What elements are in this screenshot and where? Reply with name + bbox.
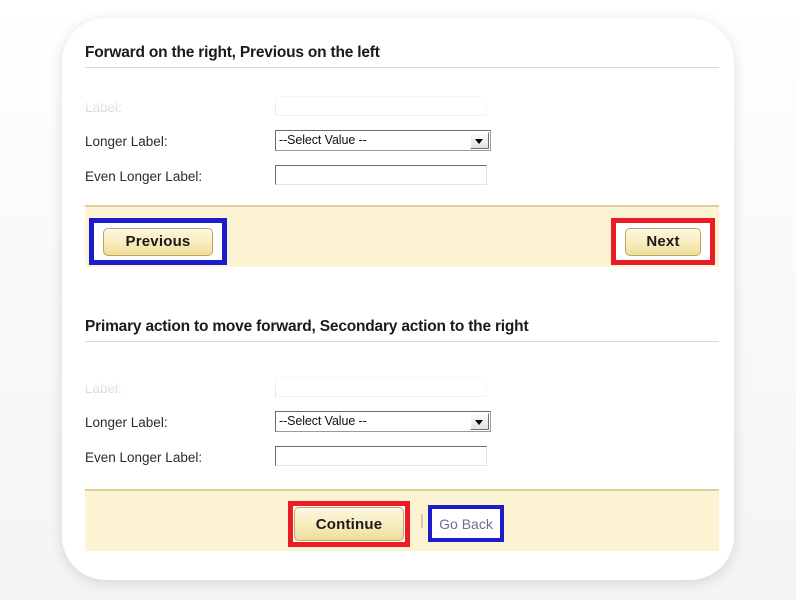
go-back-link[interactable]: Go Back [439,516,493,532]
field-label: Label: [85,381,122,396]
field-label: Even Longer Label: [85,169,203,184]
select-value: --Select Value -- [279,133,367,147]
page-background: Forward on the right, Previous on the le… [0,0,796,600]
previous-button[interactable]: Previous [103,227,213,256]
continue-button[interactable]: Continue [294,507,404,541]
field-control [275,96,487,116]
chevron-down-icon[interactable] [470,132,489,149]
section-rule-2 [85,341,719,342]
action-separator: | [420,512,424,529]
longer-label-select[interactable]: --Select Value -- [275,411,491,432]
form-row-even-longer-label: Even Longer Label: [85,165,719,195]
section-heading-2: Primary action to move forward, Secondar… [85,318,529,335]
field-control [275,377,487,397]
longer-label-select[interactable]: --Select Value -- [275,130,491,151]
go-back-highlight-box: Go Back [428,505,504,542]
field-control [275,165,487,185]
section-rule-1 [85,67,719,68]
content-card: Forward on the right, Previous on the le… [62,18,734,580]
field-control [275,446,487,466]
select-value: --Select Value -- [279,414,367,428]
form-row-label: Label: [75,90,734,126]
previous-highlight-box: Previous [89,218,227,265]
continue-highlight-box: Continue [288,501,410,547]
even-longer-label-text-input[interactable] [275,165,487,185]
next-button[interactable]: Next [625,227,701,256]
chevron-down-icon[interactable] [470,413,489,430]
form-fields-1: Label: Longer Label: --Select Value -- E… [75,90,734,195]
form-row-longer-label: Longer Label: --Select Value -- [85,411,719,441]
field-control: --Select Value -- [275,411,491,432]
form-fields-2: Label: Longer Label: --Select Value -- E… [75,371,734,476]
field-label: Label: [85,100,122,115]
label-text-input[interactable] [275,96,487,116]
form-row-longer-label: Longer Label: --Select Value -- [85,130,719,160]
next-highlight-box: Next [611,218,715,265]
action-bar-2: Continue | Go Back [85,489,719,551]
form-row-label: Label: [75,371,734,407]
field-label: Even Longer Label: [85,450,203,465]
section-heading-1: Forward on the right, Previous on the le… [85,44,380,61]
field-label: Longer Label: [85,415,168,430]
field-control: --Select Value -- [275,130,491,151]
form-row-even-longer-label: Even Longer Label: [85,446,719,476]
even-longer-label-text-input[interactable] [275,446,487,466]
label-text-input[interactable] [275,377,487,397]
action-bar-1: Previous Next [85,205,719,267]
field-label: Longer Label: [85,134,168,149]
